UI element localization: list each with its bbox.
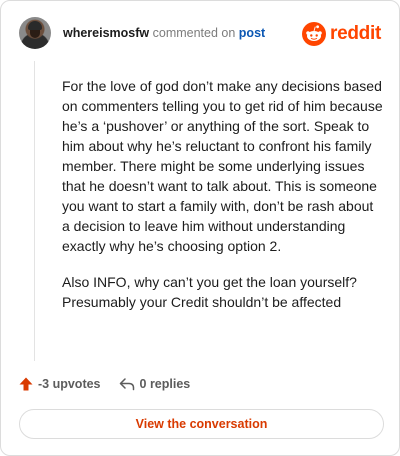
replies-count: 0 replies xyxy=(139,377,191,391)
upvote-stat[interactable]: -3 upvotes xyxy=(19,377,101,391)
upvote-count: -3 upvotes xyxy=(38,377,101,391)
reddit-wordmark: reddit xyxy=(330,23,381,44)
username-link[interactable]: whereismosfw xyxy=(63,26,149,40)
action-text: commented on xyxy=(152,26,236,40)
comment-header: whereismosfw commented on post reddit xyxy=(19,17,381,51)
replies-stat[interactable]: 0 replies xyxy=(119,377,191,391)
reddit-snoo-icon xyxy=(302,22,327,46)
thread-line xyxy=(34,61,35,361)
user-avatar[interactable] xyxy=(19,17,51,49)
view-conversation-button[interactable]: View the conversation xyxy=(19,409,384,439)
avatar-cap xyxy=(28,21,42,30)
post-link[interactable]: post xyxy=(239,26,265,40)
comment-actions: -3 upvotes 0 replies xyxy=(19,374,190,394)
comment-meta: whereismosfw commented on post xyxy=(63,26,265,40)
comment-paragraph: Also INFO, why can’t you get the loan yo… xyxy=(62,274,357,310)
comment-paragraph: For the love of god don’t make any decis… xyxy=(62,78,383,254)
upvote-arrow-icon xyxy=(19,377,33,391)
reply-arrow-icon xyxy=(119,378,134,391)
comment-body: For the love of god don’t make any decis… xyxy=(62,76,384,328)
reddit-brand-link[interactable]: reddit xyxy=(302,22,381,46)
avatar-beard xyxy=(30,30,40,38)
comment-embed-card: whereismosfw commented on post reddit Fo… xyxy=(0,0,400,456)
